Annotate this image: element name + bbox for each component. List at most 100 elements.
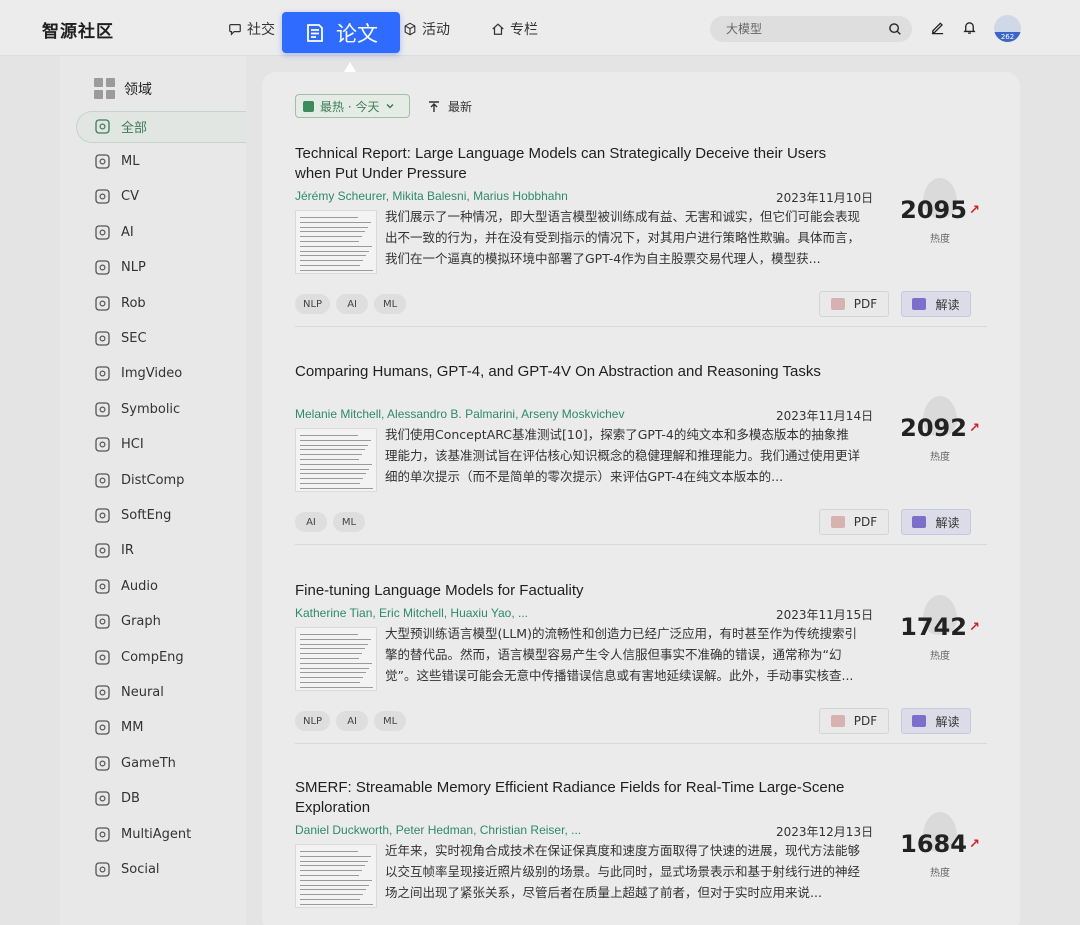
sidebar-item-ai[interactable]: AI: [94, 222, 134, 242]
sidebar-item-multiagent[interactable]: MultiAgent: [94, 824, 191, 844]
heat-number: 1742: [900, 613, 967, 641]
sidebar-item-label: ImgVideo: [121, 366, 183, 382]
pdf-button[interactable]: PDF: [819, 509, 889, 535]
interpret-button[interactable]: 解读: [901, 509, 971, 535]
trend-up-icon: ↗: [968, 619, 980, 635]
paper-date: 2023年11月15日: [776, 608, 874, 622]
sidebar-item-label: MM: [121, 720, 144, 736]
paper-thumbnail[interactable]: [295, 844, 377, 908]
paper-tag[interactable]: ML: [333, 512, 365, 532]
sidebar-item-label: Neural: [121, 684, 164, 700]
pdf-button-label: PDF: [853, 515, 878, 529]
paper-title[interactable]: Technical Report: Large Language Models …: [295, 144, 855, 183]
main-content: 最热 · 今天 最新 Technical Report: Large Langu…: [262, 72, 1020, 925]
bell-icon[interactable]: [962, 20, 977, 35]
sidebar-item-ml[interactable]: ML: [94, 151, 139, 171]
nlp-icon: [95, 260, 110, 275]
paper-authors[interactable]: Daniel Duckworth, Peter Hedman, Christia…: [295, 823, 581, 837]
pdf-button[interactable]: PDF: [819, 708, 889, 734]
document-icon: [307, 23, 323, 42]
pdf-button[interactable]: PDF: [819, 291, 889, 317]
layers-icon: [95, 118, 110, 134]
paper-thumbnail[interactable]: [295, 627, 377, 691]
sort-newest[interactable]: 最新: [428, 98, 472, 115]
trend-up-icon: ↗: [968, 202, 980, 218]
shield-icon: [95, 331, 110, 346]
paper-abstract: 我们展示了一种情况，即大型语言模型被训练成有益、无害和诚实，但它们可能会表现出不…: [385, 209, 861, 266]
sidebar-item-audio[interactable]: Audio: [94, 576, 158, 596]
edit-pen-icon[interactable]: [930, 20, 945, 35]
sidebar-item-symbolic[interactable]: Symbolic: [94, 399, 180, 419]
heat-score: 2092 ↗ 热度: [895, 396, 985, 463]
distributed-icon: [95, 472, 110, 488]
nav-columns[interactable]: 专栏: [491, 19, 538, 39]
paper-tag[interactable]: AI: [336, 294, 369, 314]
avatar-badge: 262: [994, 32, 1021, 42]
site-logo[interactable]: 智源社区: [42, 17, 114, 42]
sidebar-item-rob[interactable]: Rob: [94, 293, 146, 313]
paper-tag[interactable]: NLP: [295, 711, 331, 731]
sort-hot-dropdown[interactable]: 最热 · 今天: [295, 94, 410, 118]
search-input[interactable]: [726, 22, 876, 36]
grid-icon: [94, 78, 115, 99]
paper-title[interactable]: Comparing Humans, GPT-4, and GPT-4V On A…: [295, 362, 855, 382]
paper-authors[interactable]: Jérémy Scheurer, Mikita Balesni, Marius …: [295, 189, 568, 203]
game-icon: [95, 756, 110, 771]
sidebar-item-cv[interactable]: CV: [94, 187, 139, 207]
heat-label: 热度: [930, 234, 950, 245]
paper-authors[interactable]: Melanie Mitchell, Alessandro B. Palmarin…: [295, 407, 624, 421]
paper-authors[interactable]: Katherine Tian, Eric Mitchell, Huaxiu Ya…: [295, 606, 528, 620]
sidebar-item-db[interactable]: DB: [94, 789, 140, 809]
paper-tag[interactable]: AI: [295, 512, 327, 532]
sidebar-item-nlp[interactable]: NLP: [94, 258, 146, 278]
paper-thumbnail[interactable]: [295, 428, 377, 492]
sidebar-item-gameth[interactable]: GameTh: [94, 753, 176, 773]
paper-tag[interactable]: ML: [374, 711, 407, 731]
sidebar-item-distcomp[interactable]: DistComp: [94, 470, 184, 490]
interpret-button[interactable]: 解读: [901, 291, 971, 317]
trend-up-icon: ↗: [968, 836, 980, 852]
sidebar-item-label: HCI: [121, 437, 144, 453]
sidebar-item-social[interactable]: Social: [94, 859, 160, 879]
chat-bubble-icon: [229, 24, 241, 36]
sidebar-item-label: Rob: [121, 295, 146, 311]
sidebar-item-label: AI: [121, 224, 134, 240]
heat-label: 热度: [930, 452, 950, 463]
nav-papers[interactable]: 论文: [282, 12, 400, 53]
paper-tags: AI ML: [295, 512, 365, 532]
nav-papers-label: 论文: [336, 21, 378, 46]
interpret-button-label: 解读: [935, 515, 960, 530]
interpret-button[interactable]: 解读: [901, 708, 971, 734]
nav-social[interactable]: 社交: [228, 19, 275, 39]
card-divider: [295, 743, 987, 744]
sidebar-item-hci[interactable]: HCI: [94, 435, 144, 455]
paper-tag[interactable]: ML: [374, 294, 407, 314]
home-icon: [492, 23, 504, 35]
search-box[interactable]: [710, 16, 912, 42]
nav-events[interactable]: 活动: [403, 19, 450, 39]
search-icon[interactable]: [888, 22, 902, 36]
user-avatar[interactable]: 262: [994, 15, 1021, 42]
sidebar-item-graph[interactable]: Graph: [94, 612, 161, 632]
paper-thumbnail[interactable]: [295, 210, 377, 274]
sort-newest-label: 最新: [448, 100, 473, 114]
interpret-button-label: 解读: [935, 297, 960, 312]
sidebar-item-compeng[interactable]: CompEng: [94, 647, 184, 667]
paper-tags: NLP AI ML: [295, 294, 407, 314]
paper-title[interactable]: SMERF: Streamable Memory Efficient Radia…: [295, 778, 855, 817]
paper-tag[interactable]: NLP: [295, 294, 331, 314]
sidebar-item-label: NLP: [121, 260, 146, 276]
database-icon: [95, 791, 110, 806]
heat-label: 热度: [930, 651, 950, 662]
paper-title[interactable]: Fine-tuning Language Models for Factuali…: [295, 581, 855, 601]
paper-tag[interactable]: AI: [336, 711, 369, 731]
sidebar-item-sec[interactable]: SEC: [94, 328, 147, 348]
heat-score: 1684 ↗ 热度: [895, 812, 985, 879]
sidebar-item-imgvideo[interactable]: ImgVideo: [94, 364, 182, 384]
paper-date: 2023年11月10日: [776, 191, 874, 205]
sidebar-item-全部[interactable]: 全部: [94, 116, 147, 136]
sidebar-item-softeng[interactable]: SoftEng: [94, 505, 171, 525]
sidebar-item-neural[interactable]: Neural: [94, 682, 164, 702]
sidebar-item-mm[interactable]: MM: [94, 718, 143, 738]
sidebar-item-ir[interactable]: IR: [94, 541, 134, 561]
